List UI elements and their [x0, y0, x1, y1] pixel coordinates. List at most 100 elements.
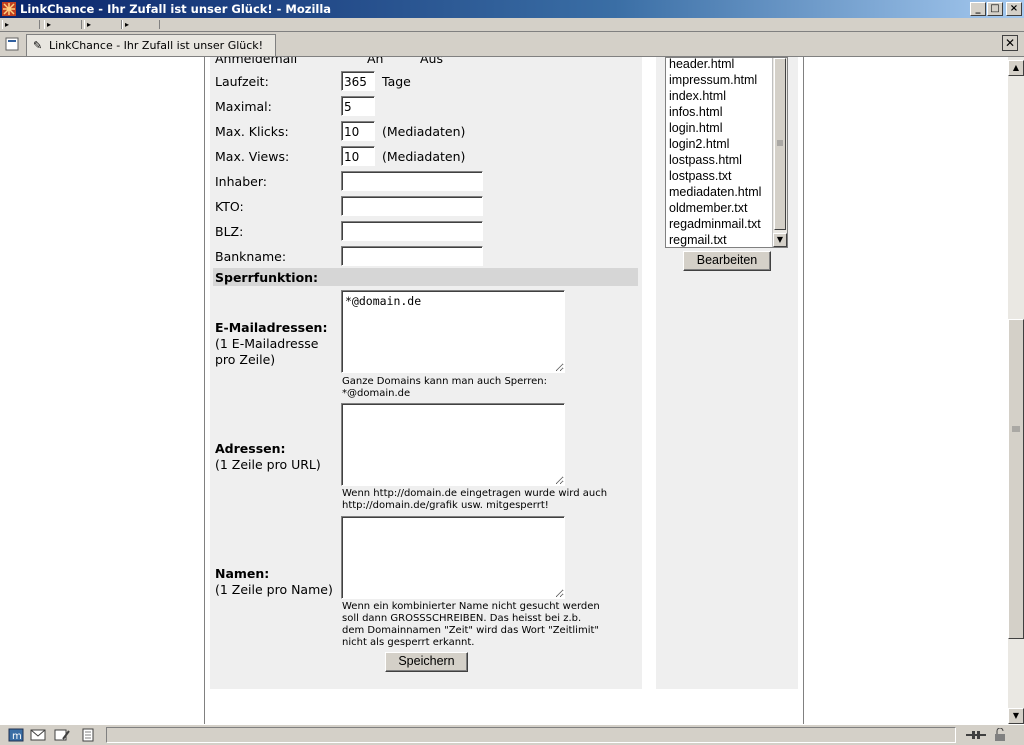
inhaber-label: Inhaber:	[215, 174, 267, 189]
tab-label: LinkChance - Ihr Zufall ist unser Glück!	[49, 39, 264, 52]
kto-field[interactable]	[341, 196, 483, 216]
mozilla-icon	[2, 2, 16, 16]
namen-hint-line-4: nicht als gesperrt erkannt.	[342, 637, 475, 648]
connection-icon	[966, 731, 986, 739]
close-tab-icon: ✕	[1004, 36, 1016, 50]
maximize-button[interactable]: □	[987, 2, 1003, 16]
grip-icon	[1012, 426, 1020, 432]
namen-hint-line-2: soll dann GROSSSCHREIBEN. Das heisst bei…	[342, 613, 582, 624]
email-hint: Ganze Domains kann man auch Sperren: *@d…	[342, 376, 547, 400]
adressen-hint: Wenn http://domain.de eingetragen wurde …	[342, 488, 607, 512]
namen-textarea[interactable]	[341, 516, 565, 599]
namen-hint-line-3: dem Domainnamen "Zeit" wird das Wort "Ze…	[342, 625, 599, 636]
edit-button[interactable]: Bearbeiten	[683, 251, 771, 271]
email-hint-line-1: Ganze Domains kann man auch Sperren:	[342, 376, 547, 387]
laufzeit-label: Laufzeit:	[215, 74, 269, 89]
kto-label: KTO:	[215, 199, 244, 214]
namen-hint: Wenn ein kombinierter Name nicht gesucht…	[342, 601, 600, 649]
laufzeit-suffix: Tage	[382, 74, 411, 89]
toolbar-grippy-4[interactable]: ▸	[122, 20, 160, 29]
listbox-scrollbar[interactable]: ▼	[772, 58, 787, 247]
arrow-down-icon: ▼	[1012, 711, 1020, 720]
email-sublabel-1: (1 E-Mailadresse	[215, 336, 319, 351]
new-tab-icon[interactable]	[3, 35, 21, 53]
adressen-sublabel: (1 Zeile pro URL)	[215, 457, 321, 472]
arrow-up-icon: ▲	[1012, 63, 1020, 72]
addressbook-icon[interactable]	[80, 728, 96, 742]
list-item[interactable]: header.html	[669, 58, 734, 71]
list-item[interactable]: lostpass.txt	[669, 169, 732, 183]
partial-label: Anmeldemail	[215, 57, 298, 66]
maximize-icon: □	[990, 3, 1000, 14]
composer-icon[interactable]	[54, 728, 70, 742]
adressen-textarea[interactable]	[341, 403, 565, 486]
mail-icon[interactable]	[30, 728, 46, 742]
partial-on-label: An	[367, 57, 384, 66]
list-item[interactable]: oldmember.txt	[669, 201, 748, 215]
tab-bar: ✎ LinkChance - Ihr Zufall ist unser Glüc…	[0, 32, 1024, 57]
list-item[interactable]: impressum.html	[669, 73, 757, 87]
window-title: LinkChance - Ihr Zufall ist unser Glück!…	[20, 2, 332, 16]
toolbar-grippy-1[interactable]: ▸	[2, 20, 40, 29]
page-scroll-thumb[interactable]	[1008, 319, 1024, 639]
inhaber-field[interactable]	[341, 171, 483, 191]
arrow-down-icon: ▼	[776, 235, 784, 244]
minimize-button[interactable]: _	[970, 2, 986, 16]
toolbar-grippy-3[interactable]: ▸	[84, 20, 122, 29]
grip-icon	[777, 140, 783, 146]
max-klicks-suffix: (Mediadaten)	[382, 124, 466, 139]
maximal-label: Maximal:	[215, 99, 272, 114]
content-area: Anmeldemail An Aus Laufzeit: Tage Maxima…	[0, 57, 1008, 724]
list-item[interactable]: mediadaten.html	[669, 185, 761, 199]
namen-label: Namen:	[215, 566, 270, 581]
security-lock-icon	[995, 728, 1005, 741]
sperrfunktion-header: Sperrfunktion:	[213, 268, 638, 286]
scroll-down-button[interactable]: ▼	[773, 233, 787, 247]
max-klicks-label: Max. Klicks:	[215, 124, 289, 139]
tab-linkchance[interactable]: ✎ LinkChance - Ihr Zufall ist unser Glüc…	[26, 34, 276, 56]
blz-label: BLZ:	[215, 224, 244, 239]
max-views-field[interactable]	[341, 146, 375, 166]
list-item[interactable]: regmail.txt	[669, 233, 727, 247]
title-bar: LinkChance - Ihr Zufall ist unser Glück!…	[0, 0, 1024, 18]
email-hint-line-2: *@domain.de	[342, 388, 411, 399]
list-item[interactable]: login.html	[669, 121, 723, 135]
listbox-scroll-thumb[interactable]	[774, 58, 786, 230]
scroll-down-page-button[interactable]: ▼	[1008, 708, 1024, 724]
save-button[interactable]: Speichern	[385, 652, 468, 672]
list-item[interactable]: login2.html	[669, 137, 729, 151]
maximal-field[interactable]	[341, 96, 375, 116]
status-bar: m	[0, 724, 1024, 745]
laufzeit-field[interactable]	[341, 71, 375, 91]
svg-text:m: m	[12, 731, 22, 742]
namen-sublabel: (1 Zeile pro Name)	[215, 582, 333, 597]
status-text-field	[106, 727, 956, 743]
adressen-label: Adressen:	[215, 441, 286, 456]
bankname-field[interactable]	[341, 246, 483, 266]
blz-field[interactable]	[341, 221, 483, 241]
close-tab-button[interactable]: ✕	[1002, 35, 1018, 51]
page-scrollbar[interactable]: ▲ ▼	[1008, 57, 1024, 724]
email-sublabel-2: pro Zeile)	[215, 352, 276, 367]
partial-off-label: Aus	[420, 57, 443, 66]
file-listbox[interactable]: header.html impressum.html index.html in…	[665, 57, 788, 248]
adressen-hint-line-1: Wenn http://domain.de eingetragen wurde …	[342, 488, 608, 499]
close-window-button[interactable]: ×	[1006, 2, 1022, 16]
email-textarea[interactable]: *@domain.de	[341, 290, 565, 373]
bankname-label: Bankname:	[215, 249, 287, 264]
list-item[interactable]: index.html	[669, 89, 726, 103]
max-views-suffix: (Mediadaten)	[382, 149, 466, 164]
minimize-icon: _	[975, 3, 981, 14]
scroll-up-button[interactable]: ▲	[1008, 60, 1024, 76]
list-item[interactable]: infos.html	[669, 105, 723, 119]
collapsed-toolbars: ▸ ▸ ▸ ▸	[0, 18, 1024, 32]
namen-hint-line-1: Wenn ein kombinierter Name nicht gesucht…	[342, 601, 600, 612]
close-icon: ×	[1009, 3, 1019, 14]
list-item[interactable]: lostpass.html	[669, 153, 742, 167]
navigator-icon[interactable]: m	[8, 728, 24, 742]
email-label: E-Mailadressen:	[215, 320, 328, 335]
max-klicks-field[interactable]	[341, 121, 375, 141]
toolbar-grippy-2[interactable]: ▸	[44, 20, 82, 29]
page-icon: ✎	[33, 39, 43, 52]
list-item[interactable]: regadminmail.txt	[669, 217, 761, 231]
